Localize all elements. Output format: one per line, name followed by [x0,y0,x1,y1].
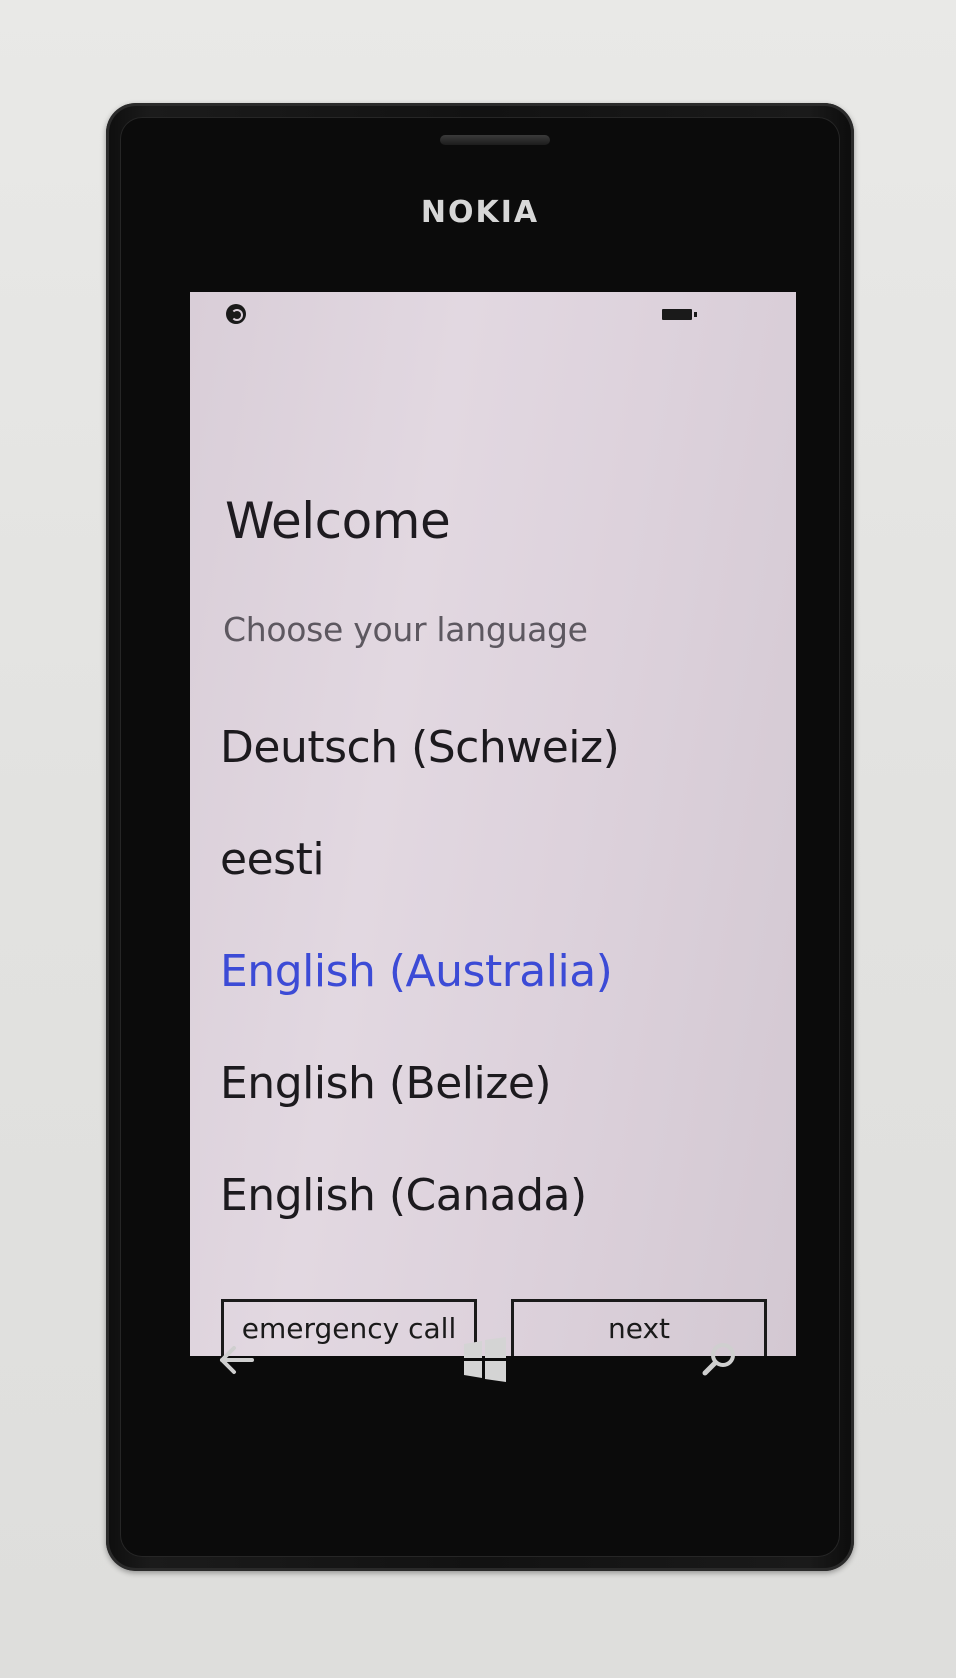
battery-icon [662,309,697,320]
language-item-english-belize[interactable]: English (Belize) [220,1028,619,1140]
screen: Welcome Choose your language Deutsch (Sc… [190,292,796,1356]
phone-body: NOKIA Welcome Choose your language Deuts… [106,103,854,1571]
back-arrow-icon[interactable] [212,1335,262,1385]
language-list: Deutsch (Schweiz) eesti English (Austral… [220,692,620,1252]
windows-logo-icon[interactable] [460,1335,510,1385]
page-subtitle: Choose your language [223,610,588,649]
page-title: Welcome [225,492,451,550]
search-icon[interactable] [694,1335,744,1385]
language-item-english-canada[interactable]: English (Canada) [220,1140,619,1252]
phone-bezel: NOKIA Welcome Choose your language Deuts… [120,117,840,1557]
earpiece [440,135,550,145]
language-item-english-australia[interactable]: English (Australia) [220,916,619,1028]
network-icon [226,304,246,324]
brand-logo: NOKIA [420,195,540,230]
language-item-eesti[interactable]: eesti [220,804,619,916]
language-item-deutsch-schweiz[interactable]: Deutsch (Schweiz) [220,692,620,804]
photo-background: NOKIA Welcome Choose your language Deuts… [0,0,956,1678]
